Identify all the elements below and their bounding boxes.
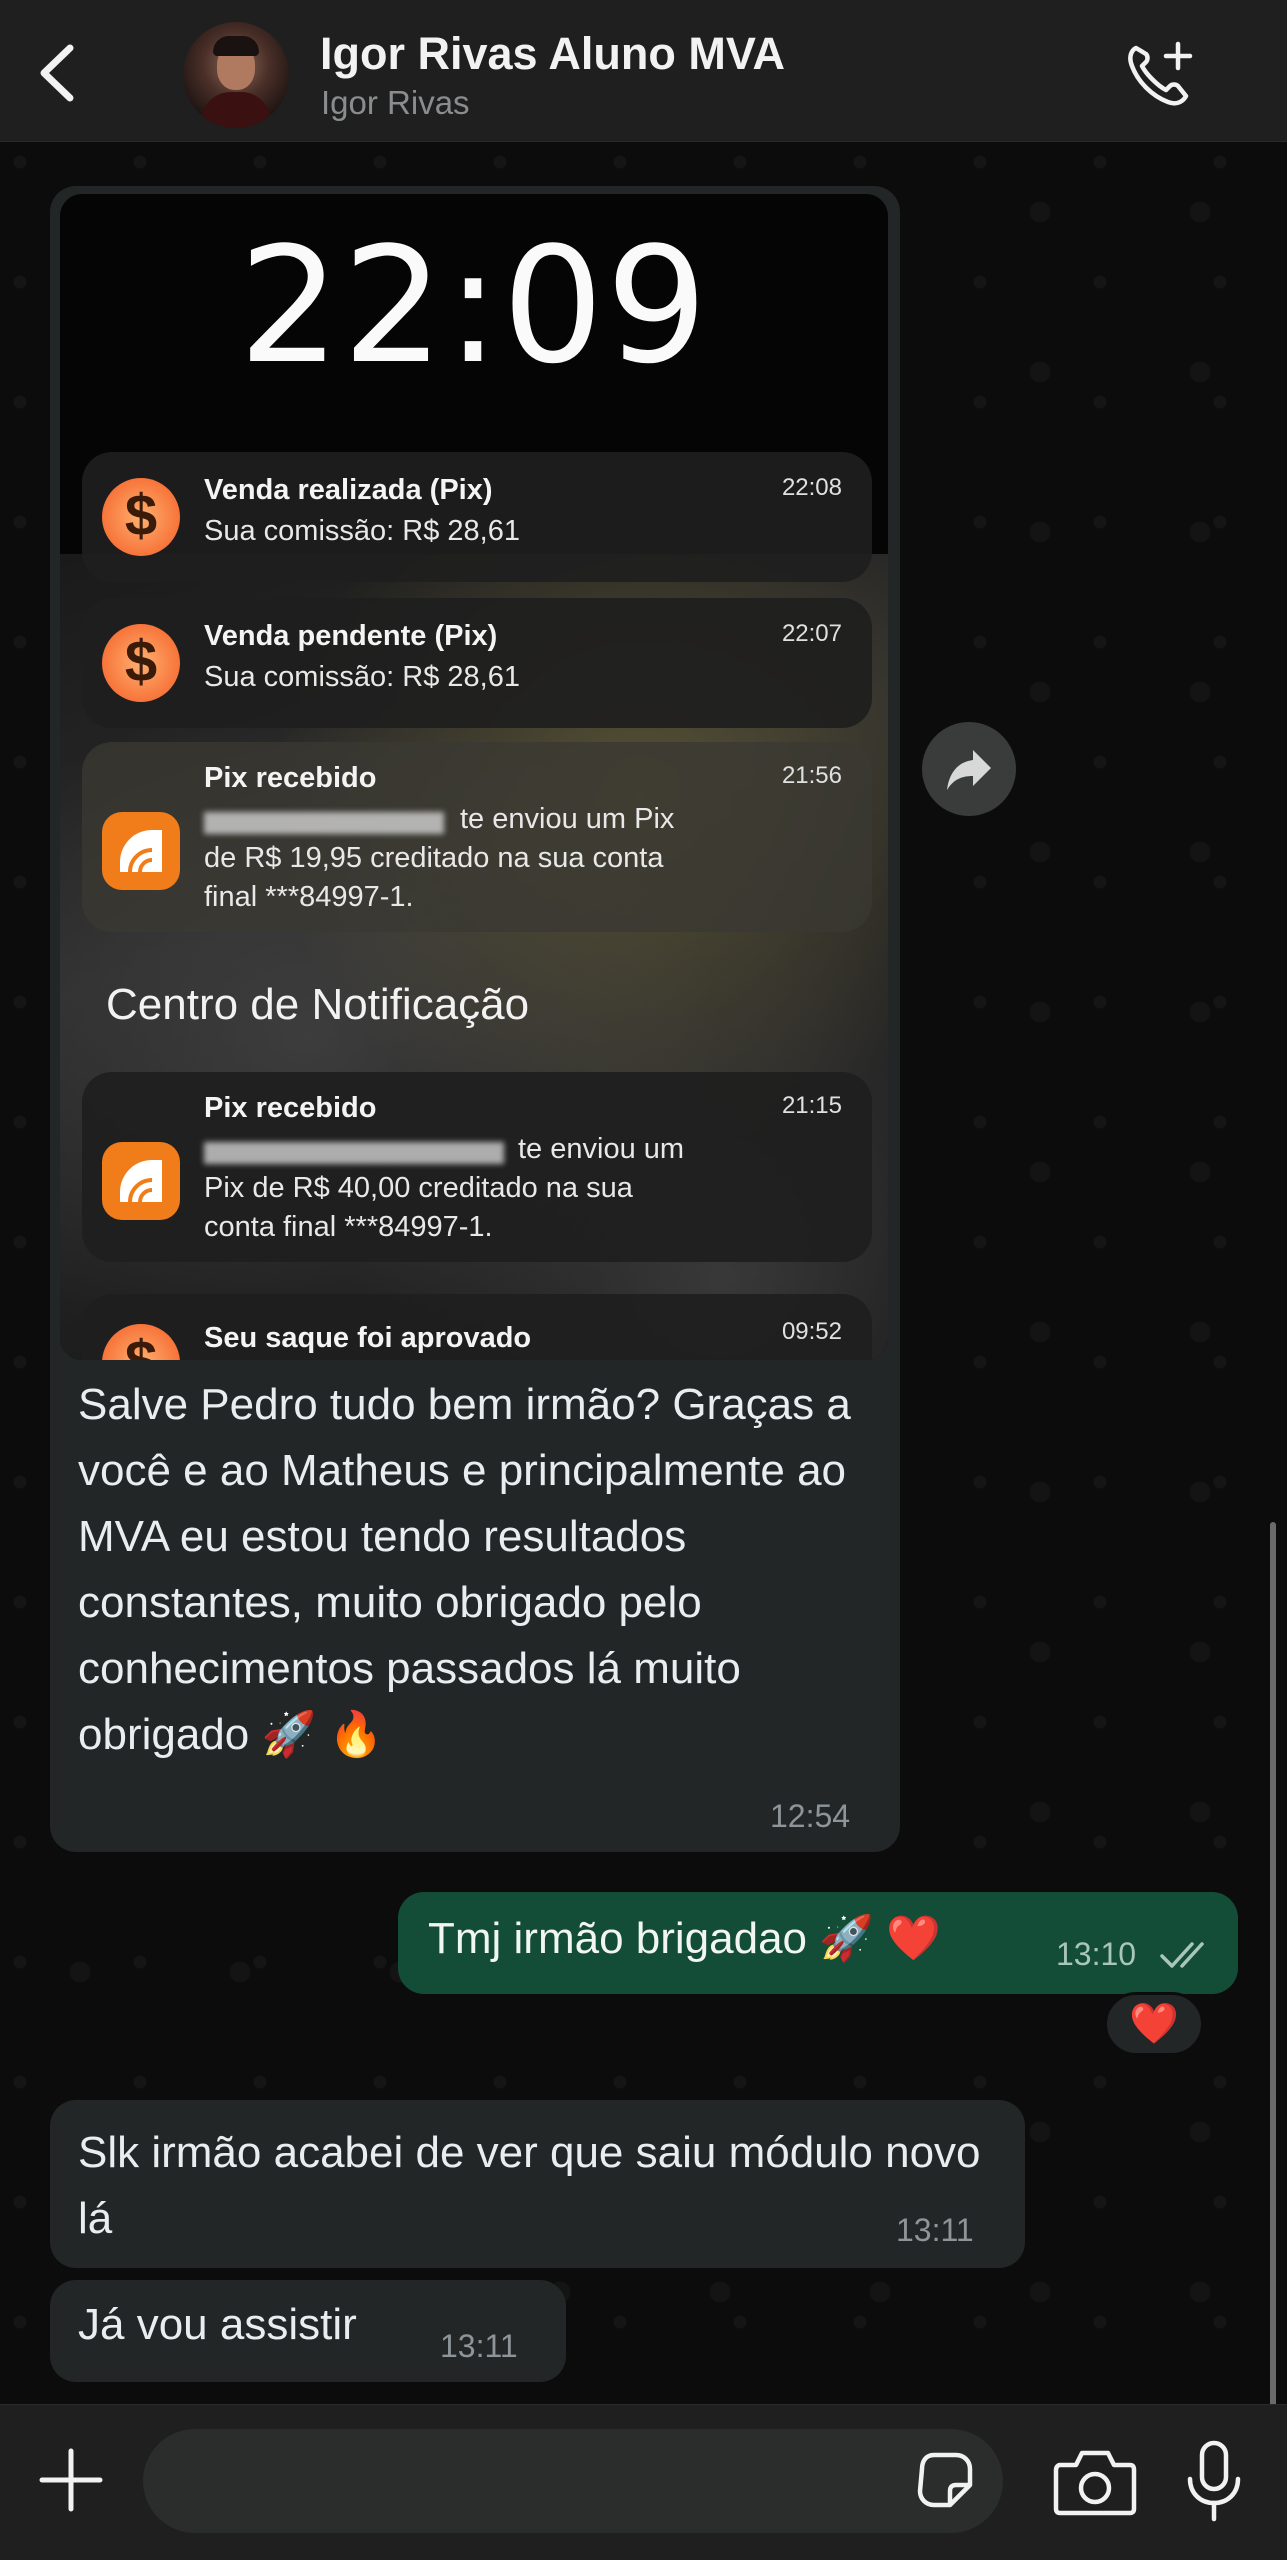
contact-avatar[interactable]: [183, 22, 289, 128]
message-time: 13:10: [1056, 1936, 1137, 1972]
notification-screenshot-image[interactable]: 22:09 Venda realizada (Pix) Sua comissão…: [60, 194, 888, 1360]
forward-button[interactable]: [922, 722, 1016, 816]
notification-title: Seu saque foi aprovado: [204, 1322, 532, 1354]
notification-time: 21:56: [781, 762, 842, 789]
notification-title: Venda realizada (Pix): [204, 474, 493, 506]
chat-area[interactable]: 22:09 Venda realizada (Pix) Sua comissão…: [0, 142, 1287, 2404]
attach-button[interactable]: [36, 2445, 106, 2515]
camera-button[interactable]: [1052, 2443, 1138, 2519]
notification-body: Sua comissão: R$ 28,61: [204, 661, 520, 693]
notification-title: Venda pendente (Pix): [204, 620, 498, 652]
message-text: Slk irmão acabei de ver que saiu módulo …: [78, 2120, 1018, 2252]
message-time: 13:11: [440, 2328, 518, 2364]
notification-time: 22:07: [781, 620, 842, 647]
chevron-left-icon: [40, 44, 74, 102]
notification-body: Sua comissão: R$ 28,61: [204, 515, 520, 547]
contact-name[interactable]: Igor Rivas Aluno MVA: [320, 28, 785, 80]
message-time: 13:11: [896, 2212, 974, 2248]
bank-icon: [102, 1142, 180, 1220]
notification-body-line: te enviou um: [518, 1133, 685, 1165]
microphone-icon: [1187, 2440, 1241, 2522]
camera-icon: [1053, 2450, 1137, 2516]
message-time: 12:54: [770, 1798, 851, 1834]
lockscreen-clock: 22:09: [238, 212, 710, 399]
coin-icon: [102, 624, 180, 702]
notification-card: Pix recebido te enviou um Pix de R$ 19,9…: [82, 742, 872, 932]
message-input[interactable]: [143, 2429, 1003, 2533]
contact-subtitle: Igor Rivas: [321, 84, 470, 121]
notification-title: Pix recebido: [204, 1092, 377, 1124]
notification-center-label: Centro de Notificação: [106, 980, 530, 1029]
forward-icon: [947, 750, 991, 790]
message-text: Tmj irmão brigadao 🚀 ❤️: [428, 1914, 942, 1963]
notification-card: Venda pendente (Pix) Sua comissão: R$ 28…: [82, 598, 872, 728]
chat-header: Igor Rivas Aluno MVA Igor Rivas: [0, 0, 1287, 142]
reaction-badge[interactable]: ❤️: [1104, 1992, 1204, 2056]
notification-card: Venda realizada (Pix) Sua comissão: R$ 2…: [82, 452, 872, 582]
incoming-message[interactable]: Já vou assistir 13:11: [50, 2280, 566, 2382]
incoming-image-message[interactable]: 22:09 Venda realizada (Pix) Sua comissão…: [50, 186, 900, 1852]
outgoing-message[interactable]: Tmj irmão brigadao 🚀 ❤️ 13:10: [398, 1892, 1238, 1994]
sticker-button[interactable]: [912, 2447, 978, 2513]
notification-time: 22:08: [781, 474, 842, 501]
coin-icon: [102, 1324, 180, 1360]
double-check-icon: [1160, 1942, 1204, 1968]
sticker-icon: [917, 2452, 973, 2508]
notification-body-line: de R$ 19,95 creditado na sua conta: [204, 842, 664, 874]
message-text: Salve Pedro tudo bem irmão? Graças a voc…: [78, 1380, 851, 1759]
notification-body-line: conta final ***84997-1.: [204, 1211, 493, 1243]
message-text: Já vou assistir: [78, 2300, 357, 2349]
back-button[interactable]: [30, 38, 90, 108]
scrollbar[interactable]: [1270, 1522, 1276, 2404]
message-text-content: Slk irmão acabei de ver que saiu módulo …: [78, 2128, 981, 2243]
notification-body: te enviou um Pix de R$ 40,00 creditado n…: [204, 1130, 794, 1247]
notification-title: Pix recebido: [204, 762, 377, 794]
notification-body: te enviou um Pix de R$ 19,95 creditado n…: [204, 800, 794, 917]
notification-time: 21:15: [781, 1092, 842, 1119]
plus-icon: [39, 2448, 103, 2512]
notification-body-line: Pix de R$ 40,00 creditado na sua: [204, 1172, 633, 1204]
microphone-button[interactable]: [1182, 2439, 1246, 2523]
bank-icon: [102, 812, 180, 890]
notification-body-line: te enviou um Pix: [460, 803, 675, 835]
incoming-message[interactable]: Slk irmão acabei de ver que saiu módulo …: [50, 2100, 1025, 2268]
coin-icon: [102, 478, 180, 556]
notification-time: 09:52: [781, 1318, 842, 1345]
composer-bar: [0, 2404, 1287, 2560]
notification-body-line: final ***84997-1.: [204, 881, 414, 913]
notification-card: Pix recebido te enviou um Pix de R$ 40,0…: [82, 1072, 872, 1262]
notification-card: Seu saque foi aprovado 09:52: [82, 1294, 872, 1360]
phone-plus-icon: [1128, 41, 1193, 106]
add-call-button[interactable]: [1122, 38, 1198, 108]
